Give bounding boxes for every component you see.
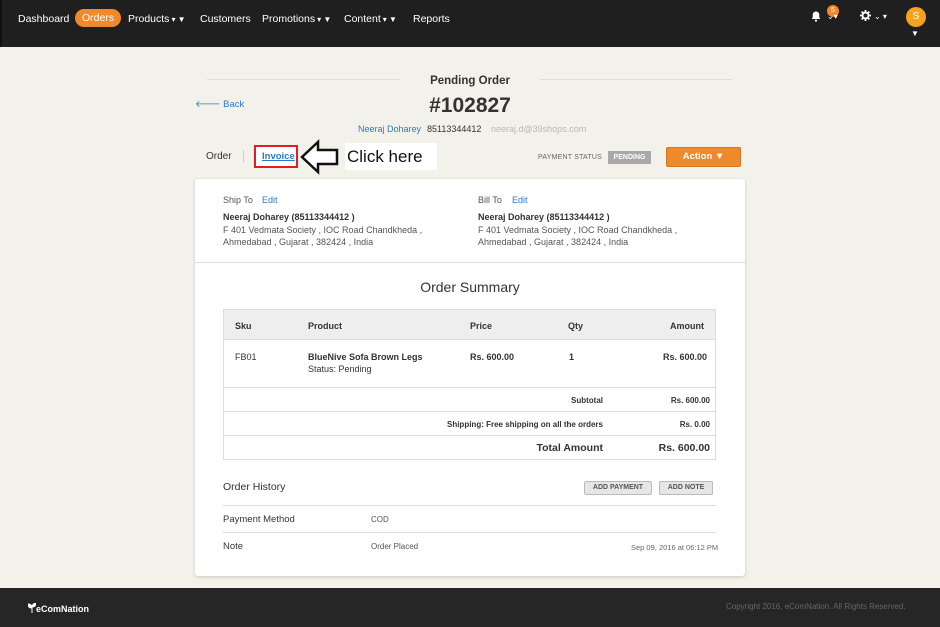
nav-dashboard[interactable]: Dashboard: [18, 11, 69, 27]
footer-brand: eComNation: [36, 604, 90, 614]
item-price: Rs. 600.00: [470, 352, 515, 362]
ship-to-label: Ship To: [223, 195, 253, 205]
tab-separator: [243, 150, 244, 163]
ship-to-line1: F 401 Vedmata Society , IOC Road Chandkh…: [223, 225, 423, 235]
nav-products[interactable]: Products ▾ ▼: [128, 11, 186, 27]
add-note-button[interactable]: ADD NOTE: [659, 481, 713, 495]
customer-phone: 85113344412: [427, 124, 482, 134]
item-sku: FB01: [235, 352, 257, 362]
table-header: Sku Product Price Qty Amount: [224, 310, 715, 340]
arrow-left-icon: [300, 139, 340, 178]
nav-content-label: Content: [344, 13, 381, 25]
gear-icon[interactable]: [860, 10, 871, 24]
row-divider: [224, 411, 715, 412]
column-header-amount: Amount: [670, 321, 704, 331]
order-summary-title: Order Summary: [420, 279, 520, 295]
click-here-annotation: Click here: [345, 143, 437, 170]
shipping-label: Shipping: Free shipping on all the order…: [446, 420, 603, 429]
total-amount-label: Total Amount: [536, 442, 604, 454]
bill-to-line1: F 401 Vedmata Society , IOC Road Chandkh…: [478, 225, 678, 235]
column-header-sku: Sku: [235, 321, 252, 331]
subtotal-label: Subtotal: [571, 396, 603, 405]
nav-reports[interactable]: Reports: [413, 11, 450, 27]
history-divider: [223, 505, 716, 506]
ship-to-name: Neeraj Doharey (85113344412 ): [223, 212, 355, 222]
column-header-qty: Qty: [568, 321, 584, 331]
payment-method-value: COD: [371, 515, 389, 524]
column-header-price: Price: [470, 321, 493, 331]
chevron-down-icon: ▾ ▼: [382, 15, 397, 24]
order-history-title: Order History: [223, 481, 286, 493]
leaf-icon: [27, 602, 37, 613]
bell-icon[interactable]: [811, 11, 821, 25]
nav-customers[interactable]: Customers: [200, 11, 251, 27]
nav-content[interactable]: Content ▾ ▼: [344, 11, 397, 27]
bill-to-edit-link[interactable]: Edit: [512, 195, 528, 205]
column-header-product: Product: [308, 321, 343, 331]
row-divider: [224, 387, 715, 388]
nav-products-label: Products: [128, 13, 170, 25]
subtotal-value: Rs. 600.00: [670, 396, 710, 405]
chevron-down-icon[interactable]: ⌄▾: [827, 12, 838, 21]
note-label: Note: [223, 541, 244, 552]
page-title: Pending Order: [400, 75, 540, 87]
avatar-chevron-icon[interactable]: ▼: [911, 29, 919, 38]
order-card: Ship To Edit Neeraj Doharey (85113344412…: [195, 179, 745, 576]
customer-name-link[interactable]: Neeraj Doharey: [358, 124, 421, 134]
nav-promotions-label: Promotions: [262, 13, 316, 25]
item-qty: 1: [569, 352, 575, 362]
tab-invoice[interactable]: Invoice: [262, 151, 295, 162]
card-divider: [195, 262, 745, 263]
footer: eComNation Copyright 2016, eComNation. A…: [0, 588, 940, 627]
shipping-value: Rs. 0.00: [679, 420, 710, 429]
action-button[interactable]: Action ▼: [666, 147, 741, 167]
tab-order[interactable]: Order: [206, 151, 232, 162]
order-number: #102827: [429, 94, 511, 117]
nav-orders[interactable]: Orders: [75, 9, 122, 27]
ship-to-edit-link[interactable]: Edit: [262, 195, 278, 205]
top-nav: Dashboard Orders Products ▾ ▼ Customers P…: [0, 0, 940, 47]
chevron-down-icon: ▾ ▼: [171, 15, 186, 24]
payment-method-label: Payment Method: [223, 514, 295, 525]
ship-to-line2: Ahmedabad , Gujarat , 382424 , India: [223, 237, 374, 247]
customer-email: neeraj.d@39shops.com: [491, 124, 587, 134]
bill-to-name: Neeraj Doharey (85113344412 ): [478, 212, 610, 222]
order-items-table: Sku Product Price Qty Amount FB01 BlueNi…: [223, 309, 716, 460]
note-value: Order Placed: [371, 542, 419, 551]
bill-to-line2: Ahmedabad , Gujarat , 382424 , India: [478, 237, 629, 247]
status-badge: PENDING: [608, 151, 651, 164]
chevron-down-icon: ▾ ▼: [317, 15, 332, 24]
settings-chevron-icon[interactable]: ⌄ ▾: [874, 12, 887, 21]
nav-promotions[interactable]: Promotions ▾ ▼: [262, 11, 331, 27]
history-divider: [223, 532, 716, 533]
bill-to-label: Bill To: [478, 195, 502, 205]
footer-logo: eComNation: [27, 602, 90, 614]
total-amount-value: Rs. 600.00: [658, 442, 710, 454]
item-product-name: BlueNive Sofa Brown Legs: [308, 352, 423, 362]
payment-status-label: PAYMENT STATUS: [538, 154, 602, 161]
item-amount: Rs. 600.00: [662, 352, 707, 362]
note-date: Sep 09, 2016 at 06:12 PM: [631, 543, 719, 552]
avatar[interactable]: S: [906, 7, 926, 27]
back-link[interactable]: 🡐 Back: [195, 99, 244, 110]
row-divider: [224, 435, 715, 436]
footer-copyright: Copyright 2016, eComNation. All Rights R…: [726, 602, 906, 611]
item-status: Status: Pending: [308, 364, 372, 374]
add-payment-button[interactable]: ADD PAYMENT: [584, 481, 652, 495]
